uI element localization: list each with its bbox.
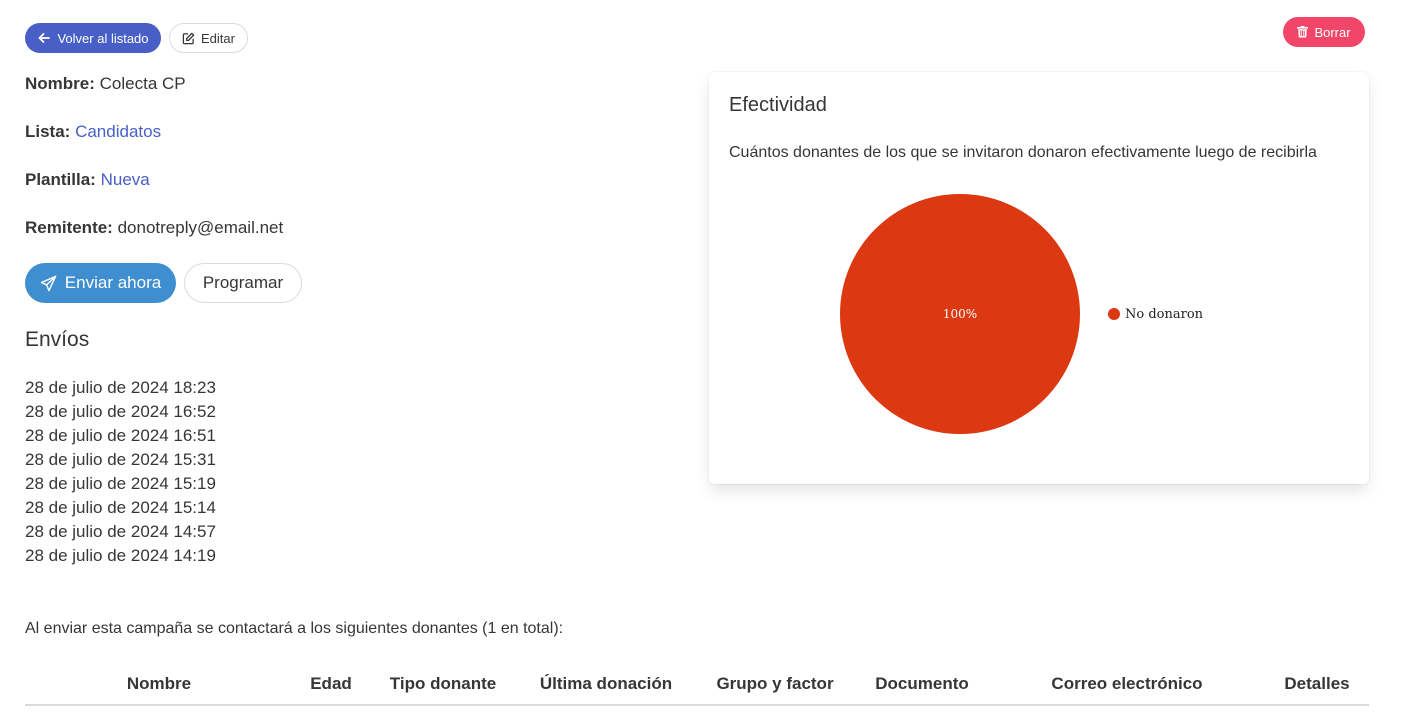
lista-link[interactable]: Candidatos	[75, 122, 161, 141]
column-header-grupo-factor[interactable]: Grupo y factor	[716, 672, 833, 696]
send-now-button[interactable]: Enviar ahora	[25, 263, 176, 303]
schedule-label: Programar	[202, 273, 284, 292]
arrow-left-icon	[39, 33, 51, 43]
contacts-table-header: Nombre Edad Tipo donante Última donación…	[25, 672, 1369, 706]
remitente-label: Remitente:	[25, 218, 113, 237]
column-header-detalles[interactable]: Detalles	[1284, 672, 1349, 696]
legend-swatch	[1108, 308, 1120, 320]
column-header-nombre[interactable]: Nombre	[127, 672, 191, 696]
pie-slice-label: 100%	[943, 307, 977, 321]
effectiveness-pie-chart: 100% No donaron	[840, 194, 1204, 434]
field-plantilla: Plantilla: Nueva	[25, 169, 150, 191]
column-header-tipo-donante[interactable]: Tipo donante	[390, 672, 496, 696]
edit-icon	[182, 32, 195, 44]
envios-list: 28 de julio de 2024 18:23 28 de julio de…	[25, 376, 216, 568]
send-now-label: Enviar ahora	[64, 273, 162, 292]
column-header-correo[interactable]: Correo electrónico	[1051, 672, 1202, 696]
delete-button[interactable]: Borrar	[1283, 17, 1365, 47]
plantilla-label: Plantilla:	[25, 170, 96, 189]
back-button-label: Volver al listado	[57, 30, 149, 46]
envio-item: 28 de julio de 2024 14:57	[25, 522, 216, 541]
envio-item: 28 de julio de 2024 15:19	[25, 474, 216, 493]
envio-item: 28 de julio de 2024 18:23	[25, 378, 216, 397]
envio-item: 28 de julio de 2024 16:52	[25, 402, 216, 421]
edit-button-label: Editar	[201, 30, 235, 46]
schedule-button[interactable]: Programar	[184, 263, 302, 303]
legend-label[interactable]: No donaron	[1125, 307, 1204, 322]
effectiveness-card: Efectividad Cuántos donantes de los que …	[709, 72, 1369, 484]
delete-button-label: Borrar	[1314, 24, 1351, 40]
lista-label: Lista:	[25, 122, 71, 141]
edit-button[interactable]: Editar	[169, 23, 248, 53]
remitente-value: donotreply@email.net	[117, 218, 284, 237]
field-nombre: Nombre: Colecta CP	[25, 73, 186, 95]
contacts-note: Al enviar esta campaña se contactará a l…	[25, 620, 564, 637]
column-header-edad[interactable]: Edad	[310, 672, 352, 696]
plantilla-link[interactable]: Nueva	[101, 170, 150, 189]
nombre-value: Colecta CP	[99, 74, 186, 93]
column-header-ultima-donacion[interactable]: Última donación	[540, 672, 672, 696]
trash-icon	[1297, 26, 1309, 38]
nombre-label: Nombre:	[25, 74, 95, 93]
field-lista: Lista: Candidatos	[25, 121, 161, 143]
back-to-list-button[interactable]: Volver al listado	[25, 23, 161, 53]
column-header-documento[interactable]: Documento	[875, 672, 969, 696]
field-remitente: Remitente: donotreply@email.net	[25, 217, 283, 239]
envio-item: 28 de julio de 2024 15:31	[25, 450, 216, 469]
envios-heading: Envíos	[25, 328, 90, 351]
envio-item: 28 de julio de 2024 16:51	[25, 426, 216, 445]
paper-plane-icon	[40, 275, 57, 291]
envio-item: 28 de julio de 2024 14:19	[25, 546, 216, 565]
envio-item: 28 de julio de 2024 15:14	[25, 498, 216, 517]
